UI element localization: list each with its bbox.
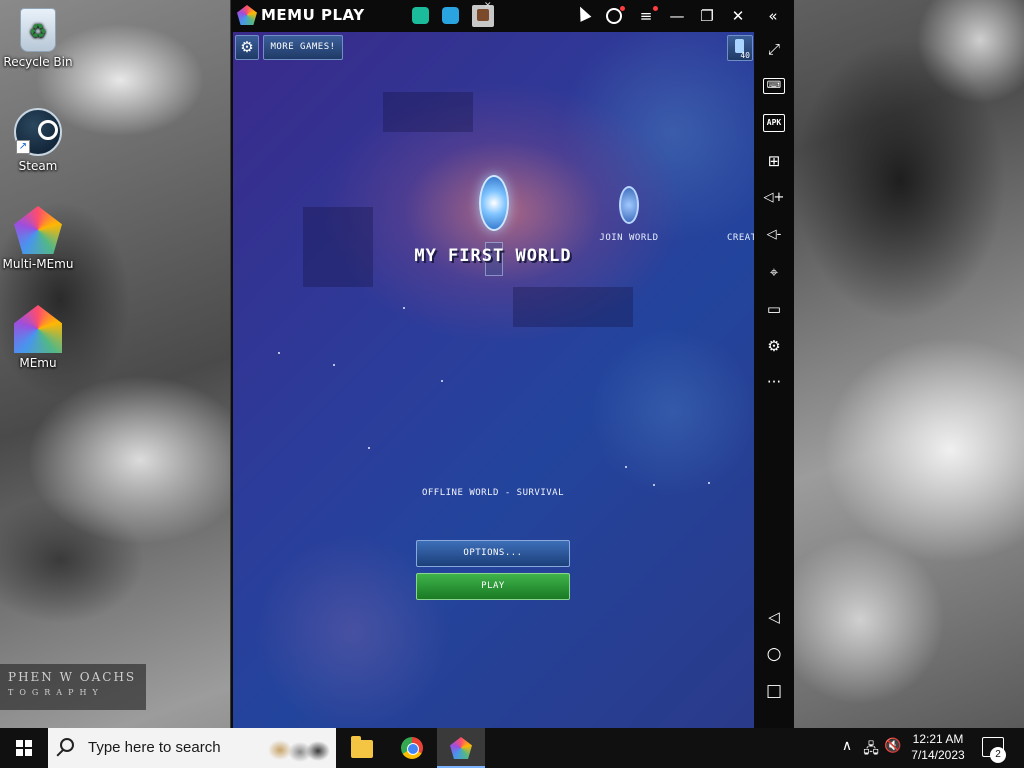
star: [368, 447, 370, 449]
play-button[interactable]: PLAY: [416, 573, 570, 600]
mouse-cursor-icon: [574, 4, 592, 22]
recents-icon[interactable]: □: [763, 680, 785, 702]
taskbar: Type here to search ∧ 🖧 🔇 12:21 AM 7/14/…: [0, 728, 1024, 768]
star: [441, 380, 443, 382]
tray-overflow-chevron-icon[interactable]: ∧: [838, 738, 856, 758]
more-games-button[interactable]: MORE GAMES!: [263, 35, 343, 60]
desktop-icon-label: Multi-MEmu: [2, 257, 74, 271]
star: [708, 482, 710, 484]
taskbar-memu[interactable]: [437, 728, 485, 768]
search-placeholder: Type here to search: [88, 739, 221, 756]
multi-window-icon[interactable]: ⊞: [763, 150, 785, 172]
game-settings-button[interactable]: ⚙: [235, 35, 259, 60]
memu-logo-icon: [237, 5, 257, 25]
file-explorer-icon: [351, 736, 373, 758]
desktop-icon-label: Recycle Bin: [3, 55, 73, 69]
desktop-icon-label: Steam: [18, 159, 58, 173]
fullscreen-icon[interactable]: ⤢: [763, 38, 785, 60]
star: [278, 352, 280, 354]
more-icon[interactable]: ···: [763, 371, 785, 393]
notification-dot: [653, 6, 658, 11]
notification-dot: [620, 6, 625, 11]
options-button[interactable]: OPTIONS...: [416, 540, 570, 567]
volume-muted-icon[interactable]: 🔇: [884, 738, 902, 758]
star: [653, 484, 655, 486]
create-world-label[interactable]: CREAT: [727, 233, 754, 243]
star: [333, 364, 335, 366]
tab-close-icon[interactable]: ✕: [484, 1, 492, 11]
shortcut-arrow-icon: ↗: [16, 140, 30, 154]
windows-logo-icon: [16, 740, 32, 756]
badge-count: 40: [740, 51, 750, 60]
minimize-button[interactable]: —: [665, 4, 689, 28]
game-screen[interactable]: ⚙ MORE GAMES! 40 MY FIRST WORLD JOIN WOR…: [233, 32, 754, 728]
volume-down-icon[interactable]: ◁-: [763, 224, 785, 246]
taskbar-search-box[interactable]: Type here to search: [48, 728, 336, 768]
memu-brand: MEMU PLAY: [237, 5, 365, 25]
location-icon[interactable]: ⌖: [763, 261, 785, 283]
background-block: [513, 287, 633, 327]
desktop-icon-multi-memu[interactable]: Multi-MEmu: [0, 206, 76, 271]
notification-count-badge: 2: [990, 747, 1006, 763]
join-world-label[interactable]: JOIN WORLD: [589, 233, 669, 243]
my-world-portal-icon[interactable]: [479, 175, 509, 231]
desktop-icon-label: MEmu: [19, 356, 57, 370]
world-subtitle: OFFLINE WORLD - SURVIVAL: [421, 488, 565, 498]
watermark-line-1: PHEN W OACHS: [8, 670, 137, 684]
maximize-button[interactable]: ❐: [695, 4, 719, 28]
steam-icon: ↗: [14, 108, 62, 156]
badge-icon[interactable]: 40: [727, 35, 753, 61]
taskbar-file-explorer[interactable]: [338, 728, 386, 768]
memu-icon: [14, 305, 62, 353]
multi-memu-icon: [14, 206, 62, 254]
world-title: MY FIRST WORLD: [414, 246, 572, 266]
collapse-sidebar-button[interactable]: «: [761, 4, 785, 28]
network-icon[interactable]: 🖧: [862, 738, 880, 758]
back-icon[interactable]: ◁: [763, 606, 785, 628]
desktop-icon-steam[interactable]: ↗ Steam: [0, 108, 76, 173]
start-button[interactable]: [0, 728, 48, 768]
star: [625, 466, 627, 468]
chrome-icon: [401, 737, 423, 759]
app-tab-1[interactable]: [412, 7, 429, 24]
folder-icon[interactable]: ▭: [763, 298, 785, 320]
background-block: [383, 92, 473, 132]
memu-window: MEMU PLAY ✕ ≡ — ❐ ✕ « ⚙ MORE GAMES! 40 M…: [230, 0, 794, 728]
join-world-portal-icon[interactable]: [619, 186, 639, 224]
volume-up-icon[interactable]: ◁+: [763, 187, 785, 209]
taskbar-clock[interactable]: 12:21 AM 7/14/2023: [906, 731, 970, 763]
desktop-icon-recycle-bin[interactable]: Recycle Bin: [0, 8, 76, 69]
memu-icon: [450, 737, 472, 759]
memu-brand-text: MEMU PLAY: [261, 6, 365, 24]
app-tab-2[interactable]: [442, 7, 459, 24]
home-icon[interactable]: ○: [763, 643, 785, 665]
recycle-bin-icon: [20, 8, 56, 52]
memu-sidebar: ⤢ ⌨ APK ⊞ ◁+ ◁- ⌖ ▭ ⚙ ··· ◁ ○ □: [755, 32, 794, 728]
search-highlight-image: [260, 734, 332, 762]
keyboard-icon[interactable]: ⌨: [763, 78, 785, 94]
clock-time: 12:21 AM: [912, 732, 964, 746]
taskbar-chrome[interactable]: [388, 728, 436, 768]
desktop-icon-memu[interactable]: MEmu: [0, 305, 76, 370]
search-icon: [60, 738, 74, 752]
settings-icon[interactable]: ⚙: [763, 335, 785, 357]
watermark-line-2: TOGRAPHY: [8, 688, 104, 697]
memu-titlebar[interactable]: MEMU PLAY ✕ ≡ — ❐ ✕ «: [231, 0, 794, 32]
close-button[interactable]: ✕: [726, 4, 750, 28]
star: [403, 307, 405, 309]
apk-icon[interactable]: APK: [763, 114, 785, 132]
clock-date: 7/14/2023: [911, 748, 965, 762]
account-icon[interactable]: [606, 8, 622, 24]
wallpaper-watermark: PHEN W OACHS TOGRAPHY: [0, 664, 146, 710]
background-block: [303, 207, 373, 287]
